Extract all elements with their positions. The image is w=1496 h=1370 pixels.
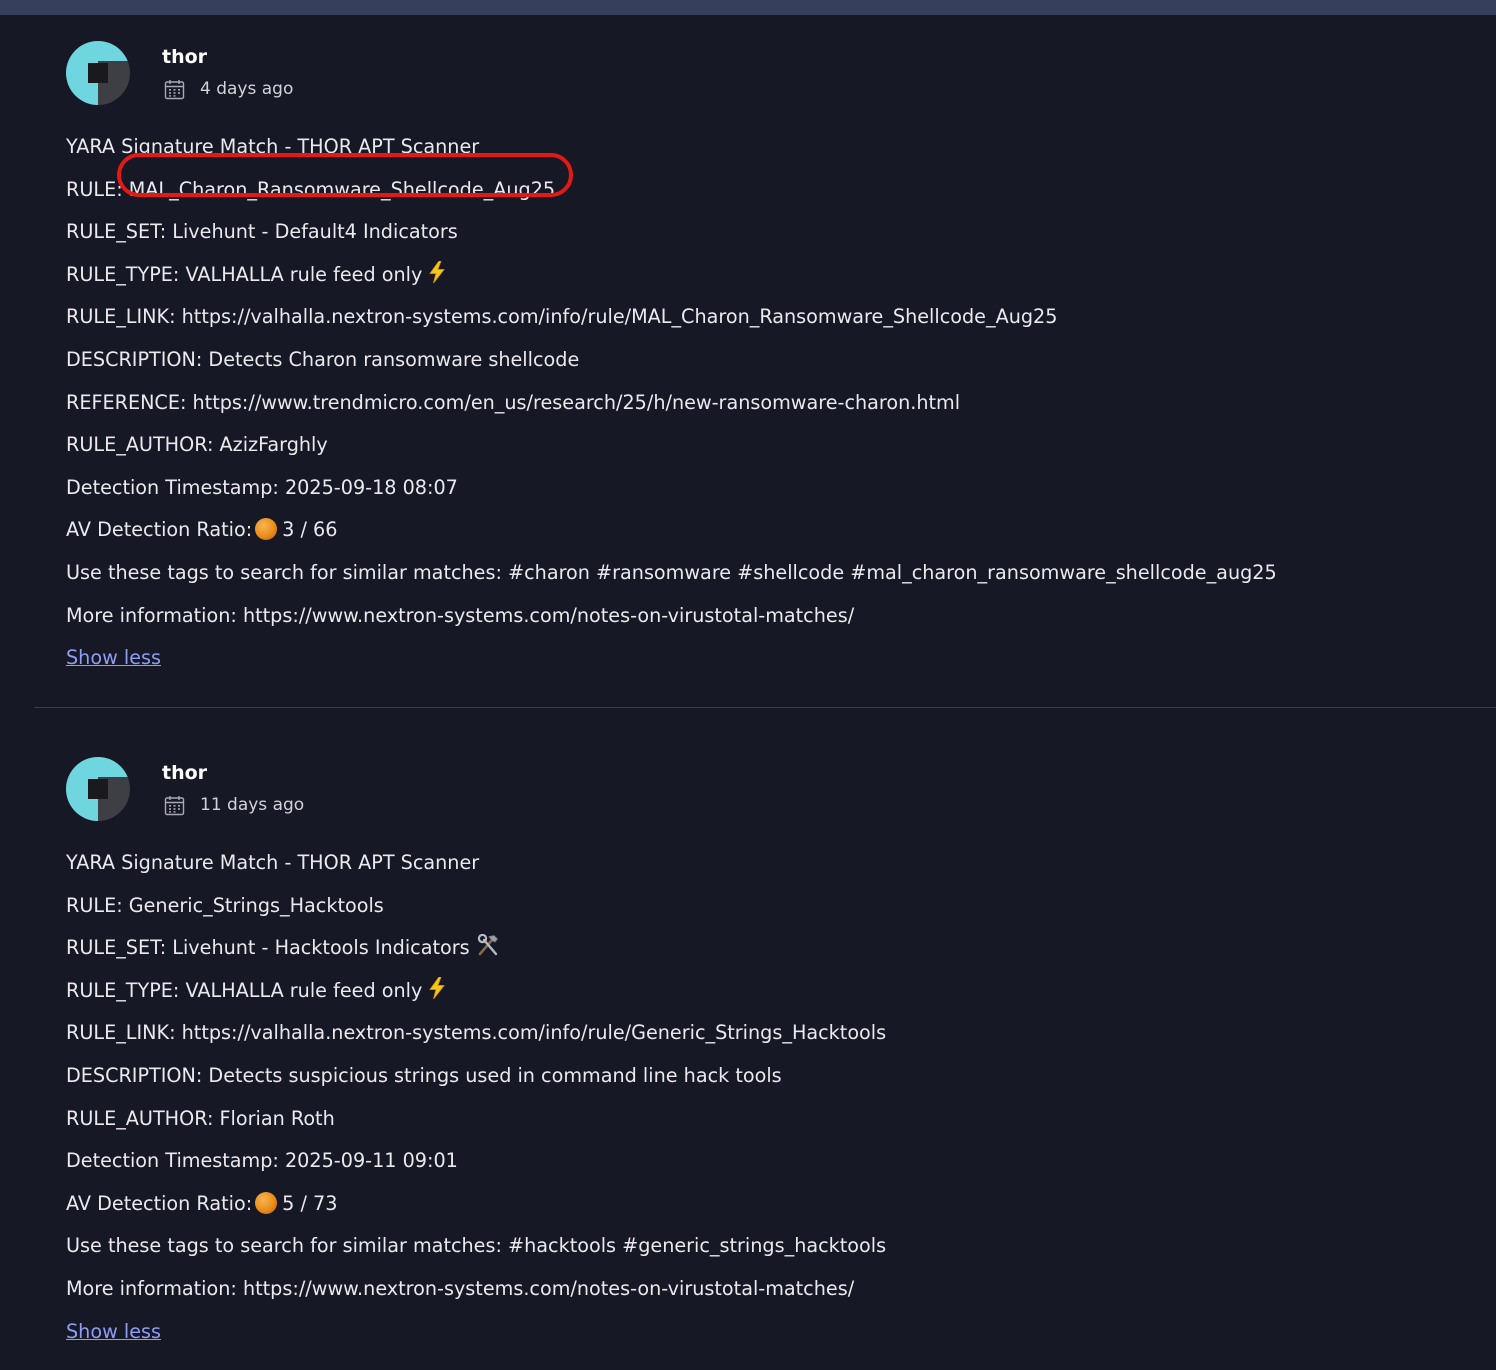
lightning-icon	[429, 260, 446, 283]
comment-body: YARA Signature Match - THOR APT Scanner …	[66, 132, 1277, 686]
comment-line-rule-link: RULE_LINK: https://valhalla.nextron-syst…	[66, 305, 1058, 329]
calendar-icon	[164, 795, 185, 815]
comment-divider	[34, 707, 1496, 708]
date-row: 11 days ago	[164, 793, 304, 817]
comment-date: 4 days ago	[200, 79, 294, 99]
comment-line-tags: Use these tags to search for similar mat…	[66, 560, 1277, 584]
av-ratio-value: 3 / 66	[282, 518, 338, 542]
rule-text: RULE: MAL_Charon_Ransomware_Shellcode_Au…	[66, 177, 556, 201]
rule-set-text: RULE_SET: Livehunt - Hacktools Indicator…	[66, 936, 470, 960]
calendar-icon	[164, 79, 185, 99]
comment-line-more-info: More information: https://www.nextron-sy…	[66, 1276, 855, 1300]
av-ratio-value: 5 / 73	[282, 1191, 338, 1215]
comment-line-rule-link: RULE_LINK: https://valhalla.nextron-syst…	[66, 1021, 887, 1045]
lightning-icon	[429, 976, 446, 999]
comment-line-rule: RULE: Generic_Strings_Hacktools	[66, 893, 384, 917]
comment-line-description: DESCRIPTION: Detects Charon ransomware s…	[66, 347, 580, 371]
show-less-row: Show less	[66, 1317, 886, 1360]
comment-line-title: YARA Signature Match - THOR APT Scanner	[66, 851, 480, 874]
avatar[interactable]	[66, 757, 130, 821]
comment-line-rule-author: RULE_AUTHOR: Florian Roth	[66, 1106, 335, 1130]
show-less-link[interactable]: Show less	[66, 646, 161, 669]
comment-line-rule-set: RULE_SET: Livehunt - Default4 Indicators	[66, 220, 458, 244]
avatar[interactable]	[66, 41, 130, 105]
comment-line-rule: RULE: MAL_Charon_Ransomware_Shellcode_Au…	[66, 152, 1277, 218]
author-name[interactable]: thor	[162, 46, 207, 68]
rule-type-text: RULE_TYPE: VALHALLA rule feed only	[66, 978, 423, 1002]
comment-line-tags: Use these tags to search for similar mat…	[66, 1234, 887, 1258]
show-less-link[interactable]: Show less	[66, 1320, 161, 1343]
comment-line-description: DESCRIPTION: Detects suspicious strings …	[66, 1063, 782, 1087]
av-ratio-label: AV Detection Ratio:	[66, 1191, 253, 1215]
hammer-and-wrench-icon	[477, 934, 498, 956]
comment-line-title: YARA Signature Match - THOR APT Scanner	[66, 135, 480, 158]
comment-body: YARA Signature Match - THOR APT Scanner …	[66, 848, 886, 1359]
comment-line-rule-set: RULE_SET: Livehunt - Hacktools Indicator…	[66, 933, 886, 976]
comment-line-more-info: More information: https://www.nextron-sy…	[66, 603, 855, 627]
comment-line-rule-author: RULE_AUTHOR: AzizFarghly	[66, 433, 328, 457]
comment-line-av-ratio: AV Detection Ratio: 5 / 73	[66, 1189, 886, 1232]
author-name[interactable]: thor	[162, 762, 207, 784]
comment-line-rule-type: RULE_TYPE: VALHALLA rule feed only	[66, 976, 886, 1019]
show-less-row: Show less	[66, 643, 1277, 686]
comment-line-timestamp: Detection Timestamp: 2025-09-11 09:01	[66, 1149, 458, 1173]
comment-line-timestamp: Detection Timestamp: 2025-09-18 08:07	[66, 475, 458, 499]
av-ratio-label: AV Detection Ratio:	[66, 518, 253, 542]
comment-line-rule-type: RULE_TYPE: VALHALLA rule feed only	[66, 260, 1277, 303]
rule-type-text: RULE_TYPE: VALHALLA rule feed only	[66, 262, 423, 286]
comment-date: 11 days ago	[200, 795, 305, 815]
date-row: 4 days ago	[164, 77, 293, 101]
top-bar	[0, 0, 1496, 15]
orange-circle-icon	[255, 1191, 278, 1214]
comment-line-av-ratio: AV Detection Ratio: 3 / 66	[66, 515, 1277, 558]
comment-line-reference: REFERENCE: https://www.trendmicro.com/en…	[66, 390, 961, 414]
orange-circle-icon	[255, 518, 278, 541]
